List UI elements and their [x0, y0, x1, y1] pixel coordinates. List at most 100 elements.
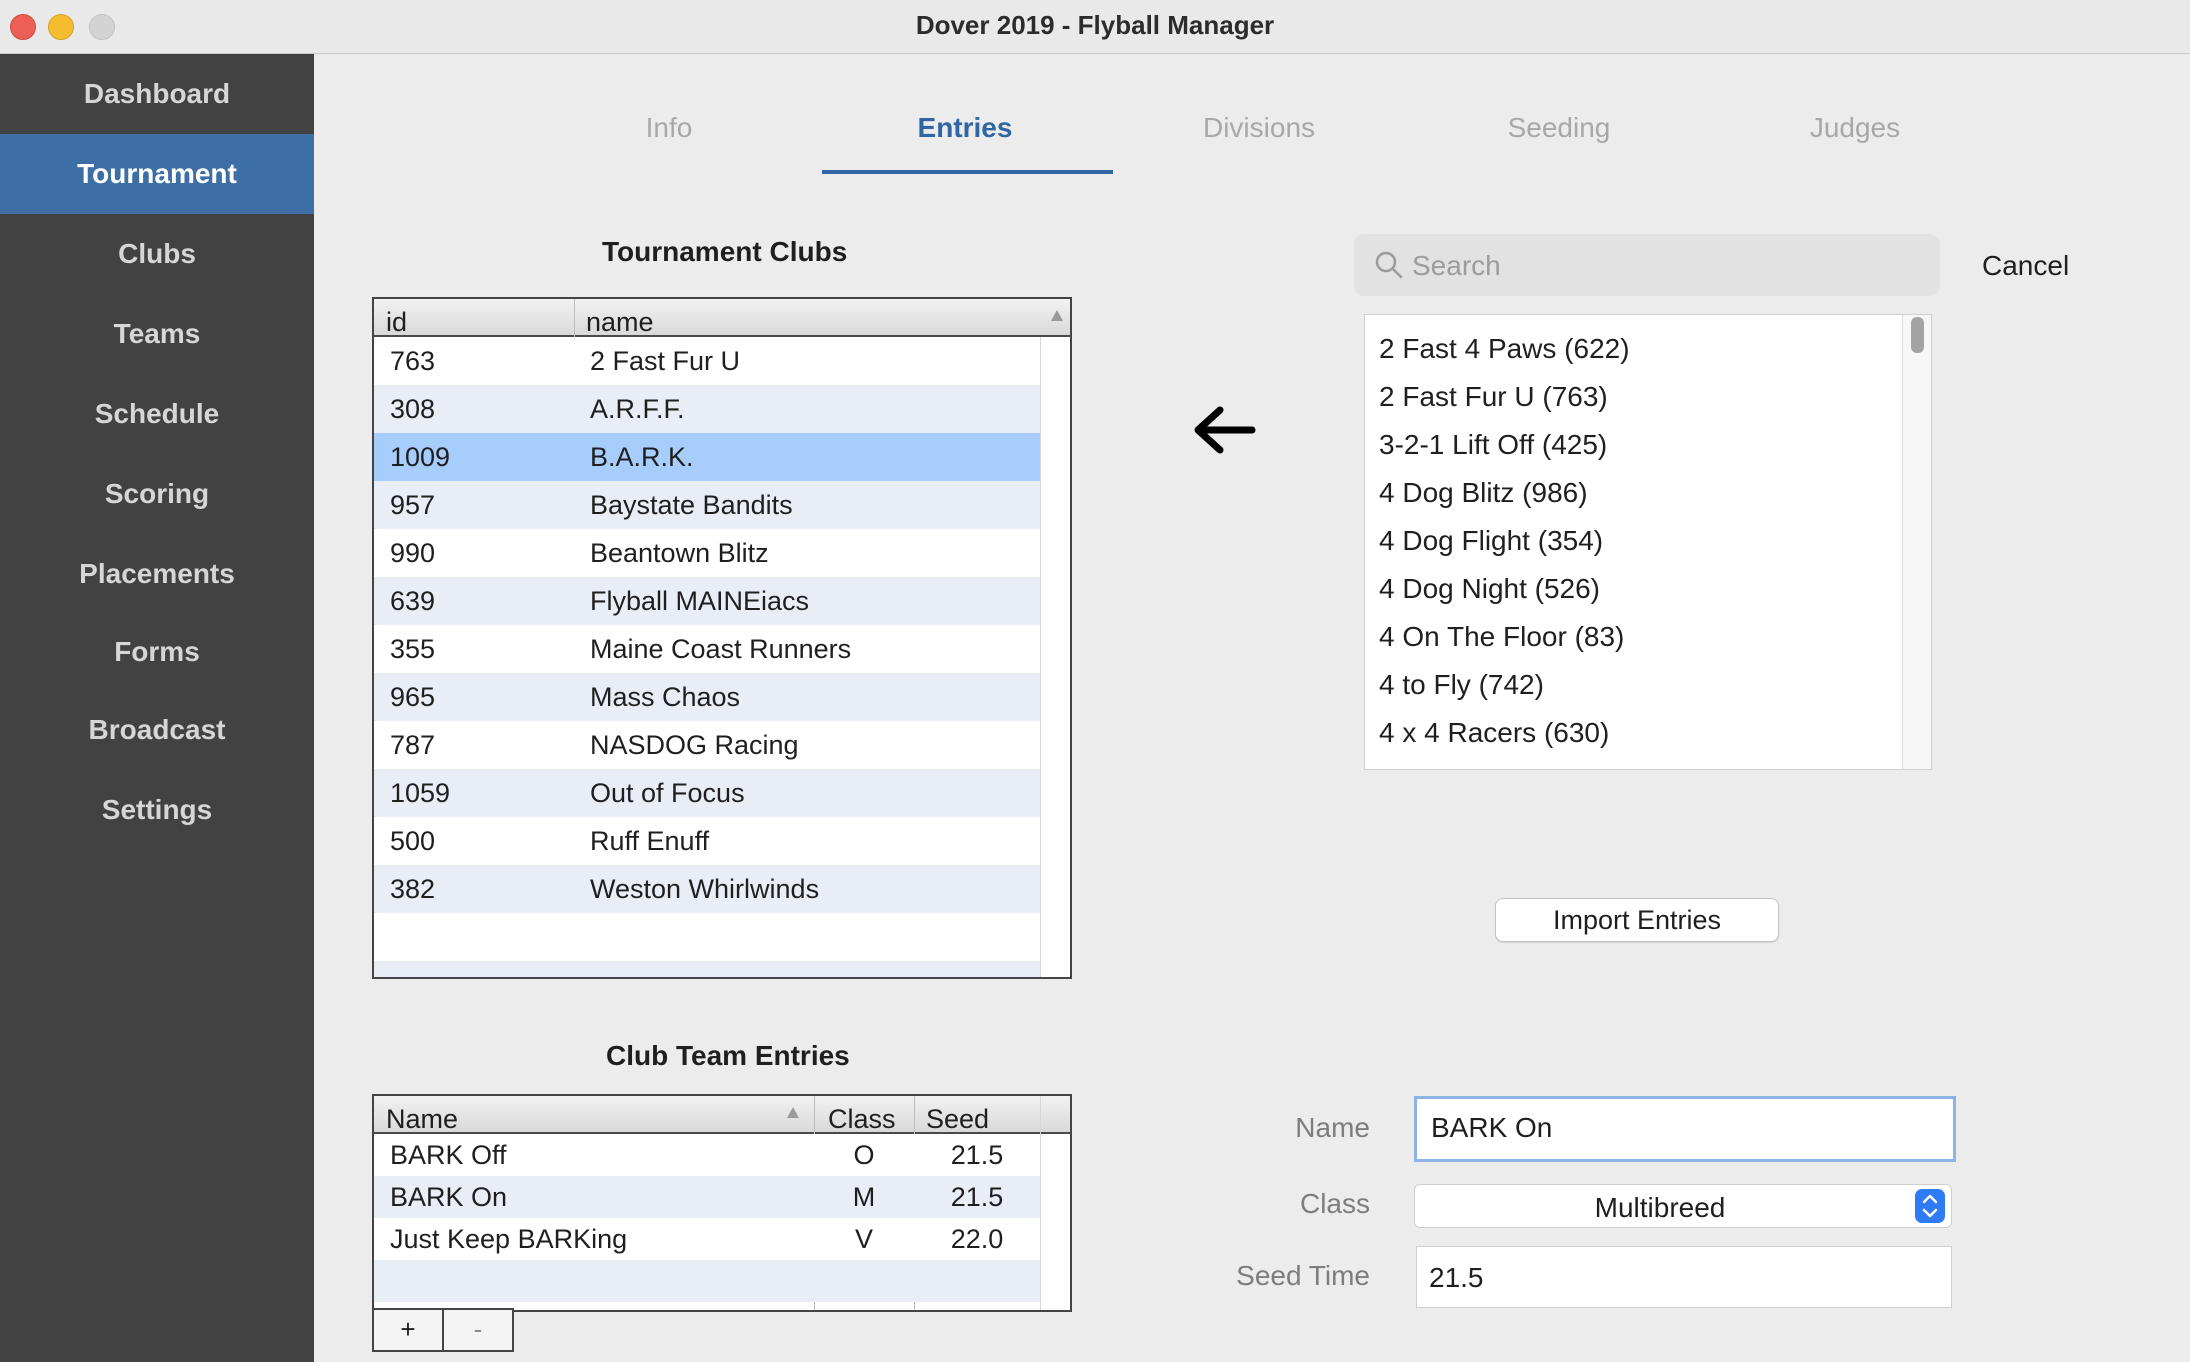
import-entries-button[interactable]: Import Entries: [1495, 898, 1779, 942]
tab-info[interactable]: Info: [524, 112, 814, 144]
club-name-cell: Maine Coast Runners: [590, 634, 852, 664]
add-entry-button[interactable]: +: [372, 1308, 444, 1352]
entry-seed-cell: 21.5: [950, 1182, 1004, 1212]
sidebar-item-scoring[interactable]: Scoring: [0, 454, 314, 534]
entry-name-cell: Just Keep BARKing: [390, 1224, 628, 1254]
club-team-entries-title: Club Team Entries: [606, 1040, 850, 1071]
list-item[interactable]: 2 Fast Fur U (763): [1379, 381, 1608, 413]
title-bar: Dover 2019 - Flyball Manager: [0, 0, 2190, 54]
club-team-entries-table: Name Class Seed BARK Off O 21.5 BARK On M 21.…: [372, 1094, 1072, 1312]
scrollbar[interactable]: [1902, 315, 1931, 769]
table-row[interactable]: 1009 B.A.R.K.: [374, 433, 1040, 481]
sort-ascending-icon: [1051, 310, 1063, 321]
table-row[interactable]: 1059 Out of Focus: [374, 769, 1040, 817]
column-header-class[interactable]: Class: [828, 1096, 896, 1134]
column-header-id[interactable]: id: [386, 299, 407, 337]
club-team-entries-rows: BARK Off O 21.5 BARK On M 21.5 Just Keep BARKi…: [374, 1134, 1040, 1310]
club-id-cell: 500: [390, 826, 436, 856]
entry-seed-cell: 21.5: [950, 1140, 1004, 1170]
club-id-cell: 957: [390, 490, 436, 520]
empty-row: [374, 961, 1040, 977]
table-row[interactable]: BARK On M 21.5: [374, 1176, 1040, 1218]
table-header: Name Class Seed: [374, 1096, 1070, 1134]
cancel-button[interactable]: Cancel: [1982, 250, 2069, 282]
window-title: Dover 2019 - Flyball Manager: [915, 10, 1275, 40]
list-item[interactable]: 4 x 4 Racers (630): [1379, 717, 1609, 749]
table-row[interactable]: 965 Mass Chaos: [374, 673, 1040, 721]
list-item[interactable]: 2 Fast 4 Paws (622): [1379, 333, 1630, 365]
sidebar-item-placements[interactable]: Placements: [0, 534, 314, 614]
club-name-cell: Mass Chaos: [590, 682, 741, 712]
club-name-cell: Beantown Blitz: [590, 538, 769, 568]
table-row[interactable]: 355 Maine Coast Runners: [374, 625, 1040, 673]
team-name-field[interactable]: BARK On: [1414, 1096, 1956, 1162]
club-id-cell: 787: [390, 730, 436, 760]
class-select[interactable]: Multibreed: [1414, 1184, 1952, 1228]
club-id-cell: 639: [390, 586, 436, 616]
list-item[interactable]: 3-2-1 Lift Off (425): [1379, 429, 1607, 461]
club-name-cell: Out of Focus: [590, 778, 745, 808]
sidebar: Dashboard Tournament Clubs Teams Schedul…: [0, 54, 314, 1362]
sidebar-item-teams[interactable]: Teams: [0, 294, 314, 374]
table-row[interactable]: 957 Baystate Bandits: [374, 481, 1040, 529]
club-name-cell: NASDOG Racing: [590, 730, 799, 760]
table-row[interactable]: 500 Ruff Enuff: [374, 817, 1040, 865]
table-row[interactable]: 763 2 Fast Fur U: [374, 337, 1040, 385]
sidebar-item-forms[interactable]: Forms: [0, 612, 314, 692]
sidebar-item-tournament[interactable]: Tournament: [0, 134, 314, 214]
column-divider: [1040, 337, 1041, 977]
club-id-cell: 1059: [390, 778, 451, 808]
list-item[interactable]: 4 Dog Night (526): [1379, 573, 1600, 605]
sort-ascending-icon: [787, 1107, 799, 1118]
club-name-cell: Flyball MAINEiacs: [590, 586, 810, 616]
column-divider: [1040, 1096, 1041, 1310]
column-header-name[interactable]: name: [586, 299, 654, 337]
sidebar-item-schedule[interactable]: Schedule: [0, 374, 314, 454]
tab-entries[interactable]: Entries: [820, 112, 1110, 144]
scrollbar-thumb[interactable]: [1911, 317, 1924, 353]
class-select-value: Multibreed: [1594, 1192, 1726, 1223]
club-name-cell: Baystate Bandits: [590, 490, 793, 520]
sidebar-item-clubs[interactable]: Clubs: [0, 214, 314, 294]
list-item[interactable]: 4 to Fly (742): [1379, 669, 1544, 701]
club-search-field[interactable]: Search: [1354, 234, 1940, 296]
search-placeholder: Search: [1412, 250, 1501, 281]
list-item[interactable]: 4 Dog Blitz (986): [1379, 477, 1588, 509]
remove-entry-button[interactable]: -: [442, 1308, 514, 1352]
seed-time-field[interactable]: 21.5: [1416, 1246, 1952, 1308]
table-row[interactable]: 990 Beantown Blitz: [374, 529, 1040, 577]
arrow-left-icon[interactable]: [1186, 400, 1256, 460]
select-stepper-icon: [1915, 1189, 1945, 1223]
table-row[interactable]: 308 A.R.F.F.: [374, 385, 1040, 433]
table-row[interactable]: 639 Flyball MAINEiacs: [374, 577, 1040, 625]
tournament-clubs-table: id name 763 2 Fast Fur U 308 A.R.F.F. 1009 B.…: [372, 297, 1072, 979]
seed-time-value: 21.5: [1429, 1262, 1484, 1293]
sidebar-item-dashboard[interactable]: Dashboard: [0, 54, 314, 134]
entry-name-cell: BARK On: [390, 1182, 508, 1212]
list-item[interactable]: 4 On The Floor (83): [1379, 621, 1624, 653]
column-header-seed[interactable]: Seed: [926, 1096, 989, 1134]
tab-divisions[interactable]: Divisions: [1114, 112, 1404, 144]
table-row[interactable]: BARK Off O 21.5: [374, 1134, 1040, 1176]
club-id-cell: 382: [390, 874, 436, 904]
search-icon: [1375, 251, 1403, 279]
entry-name-cell: BARK Off: [390, 1140, 507, 1170]
sidebar-item-broadcast[interactable]: Broadcast: [0, 690, 314, 770]
club-id-cell: 1009: [390, 442, 451, 472]
club-id-cell: 308: [390, 394, 436, 424]
table-row[interactable]: 787 NASDOG Racing: [374, 721, 1040, 769]
list-item[interactable]: 4 Dog Flight (354): [1379, 525, 1603, 557]
table-row[interactable]: 382 Weston Whirlwinds: [374, 865, 1040, 913]
column-header-name[interactable]: Name: [386, 1096, 458, 1134]
name-label: Name: [1295, 1112, 1370, 1143]
tab-judges[interactable]: Judges: [1710, 112, 2000, 144]
club-id-cell: 763: [390, 346, 436, 376]
club-name-cell: Weston Whirlwinds: [590, 874, 820, 904]
entry-class-cell: M: [852, 1182, 876, 1212]
table-row[interactable]: Just Keep BARKing V 22.0: [374, 1218, 1040, 1260]
sidebar-item-settings[interactable]: Settings: [0, 770, 314, 850]
club-id-cell: 990: [390, 538, 436, 568]
entry-class-cell: V: [854, 1224, 873, 1254]
tab-seeding[interactable]: Seeding: [1414, 112, 1704, 144]
club-name-cell: 2 Fast Fur U: [590, 346, 741, 376]
